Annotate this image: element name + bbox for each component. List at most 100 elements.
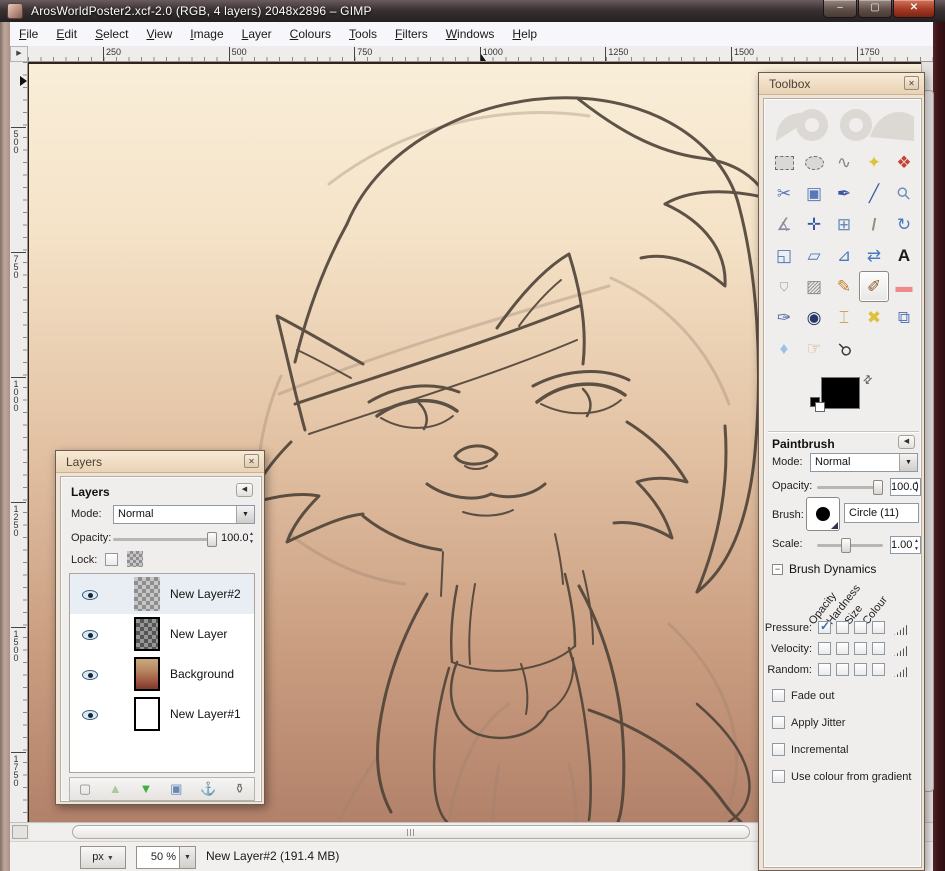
layer-name[interactable]: New Layer#1 (170, 707, 241, 721)
layers-opacity-slider[interactable] (113, 538, 217, 541)
dynamics-checkbox[interactable] (854, 621, 867, 634)
tool-blur-sharpen[interactable]: ♦ (769, 333, 799, 364)
layers-close-button[interactable]: ✕ (244, 454, 259, 468)
slider-thumb[interactable] (841, 538, 851, 553)
minimize-button[interactable]: – (823, 0, 857, 18)
dynamics-checkbox[interactable] (854, 642, 867, 655)
layer-row-new-layer[interactable]: New Layer (70, 614, 254, 654)
visibility-eye-icon[interactable] (82, 670, 98, 680)
tool-dodge-burn[interactable]: ⚲ (829, 333, 859, 364)
horizontal-scrollbar-thumb[interactable] (72, 825, 750, 839)
dynamics-checkbox[interactable] (818, 642, 831, 655)
panel-menu-button[interactable]: ◀ (898, 435, 915, 449)
title-bar[interactable]: ArosWorldPoster2.xcf-2.0 (RGB, 4 layers)… (0, 0, 945, 22)
menu-image[interactable]: Image (181, 22, 232, 46)
scale-slider[interactable] (817, 544, 883, 547)
tool-select-by-colour[interactable]: ❖ (889, 147, 919, 178)
tool-align[interactable]: ⊞ (829, 209, 859, 240)
pressure-curve-icon[interactable] (894, 645, 908, 656)
dynamics-checkbox[interactable] (836, 663, 849, 676)
tool-shear[interactable]: ▱ (799, 240, 829, 271)
tool-pencil[interactable]: ✎ (829, 271, 859, 302)
layer-row-new-layer-1[interactable]: New Layer#1 (70, 694, 254, 734)
tool-zoom[interactable]: ⚲ (889, 178, 919, 209)
toolbox-dialog[interactable]: Toolbox ✕ ∿✦❖✂▣✒╱⚲∡✛⊞/↻◱▱⊿⇄A⌂▨✎✐▬✑◉⌶✖⧉♦☞… (758, 72, 925, 871)
tool-rotate[interactable]: ↻ (889, 209, 919, 240)
visibility-eye-icon[interactable] (82, 710, 98, 720)
foreground-color-swatch[interactable] (821, 377, 860, 409)
toolbox-close-button[interactable]: ✕ (904, 76, 919, 90)
quick-mask-toggle[interactable] (12, 825, 28, 839)
tool-scissors-select[interactable]: ✂ (769, 178, 799, 209)
tool-measure[interactable]: ∡ (769, 209, 799, 240)
menu-edit[interactable]: Edit (47, 22, 86, 46)
layer-name[interactable]: New Layer#2 (170, 587, 241, 601)
tool-perspective[interactable]: ⊿ (829, 240, 859, 271)
option-checkbox[interactable] (772, 689, 785, 702)
spinner-arrows-icon[interactable]: ▲▼ (914, 537, 919, 553)
layer-thumbnail[interactable] (134, 617, 160, 651)
dynamics-checkbox[interactable] (872, 663, 885, 676)
lower-layer-button[interactable]: ▼ (140, 779, 153, 799)
tool-paths[interactable]: ✒ (829, 178, 859, 209)
anchor-layer-button[interactable]: ⚓ (200, 779, 216, 799)
tool-scale[interactable]: ◱ (769, 240, 799, 271)
new-layer-button[interactable]: ▢ (79, 779, 91, 799)
tool-airbrush[interactable]: ✑ (769, 302, 799, 333)
zoom-dropdown-button[interactable]: ▼ (180, 846, 196, 869)
visibility-eye-icon[interactable] (82, 590, 98, 600)
brush-preview[interactable] (806, 497, 840, 531)
dynamics-checkbox[interactable] (872, 642, 885, 655)
expander-minus-icon[interactable]: − (772, 564, 783, 575)
opacity-spinner[interactable]: 100.0▲▼ (890, 478, 921, 496)
tool-foreground-select[interactable]: ▣ (799, 178, 829, 209)
tool-flip[interactable]: ⇄ (859, 240, 889, 271)
delete-layer-button[interactable]: ⚱ (234, 779, 245, 799)
layers-mode-dropdown[interactable]: Normal▼ (113, 505, 255, 524)
visibility-eye-icon[interactable] (82, 630, 98, 640)
tool-fuzzy-select[interactable]: ✦ (859, 147, 889, 178)
menu-colours[interactable]: Colours (281, 22, 340, 46)
spinner-arrows-icon[interactable]: ▲▼ (914, 479, 919, 495)
dynamics-checkbox[interactable] (854, 663, 867, 676)
layer-thumbnail[interactable] (134, 577, 160, 611)
layer-thumbnail[interactable] (134, 657, 160, 691)
tool-ink[interactable]: ◉ (799, 302, 829, 333)
dynamics-checkbox[interactable] (836, 621, 849, 634)
option-checkbox[interactable] (772, 770, 785, 783)
pressure-curve-icon[interactable] (894, 666, 908, 677)
layer-name[interactable]: New Layer (170, 627, 227, 641)
pressure-curve-icon[interactable] (894, 624, 908, 635)
paint-mode-dropdown[interactable]: Normal▼ (810, 453, 918, 472)
ruler-corner-button[interactable]: ▶ (10, 46, 28, 62)
dynamics-checkbox[interactable] (818, 663, 831, 676)
tool-crop[interactable]: / (859, 209, 889, 240)
toolbox-titlebar[interactable]: Toolbox (759, 73, 924, 95)
dynamics-checkbox[interactable] (836, 642, 849, 655)
menu-file[interactable]: File (10, 22, 47, 46)
tool-blend[interactable]: ▨ (799, 271, 829, 302)
layers-opacity-value[interactable]: 100.0▲▼ (221, 530, 255, 548)
menu-layer[interactable]: Layer (233, 22, 281, 46)
tool-perspective-clone[interactable]: ⧉ (889, 302, 919, 333)
tool-bucket-fill[interactable]: ⌂ (769, 271, 799, 302)
menu-tools[interactable]: Tools (340, 22, 386, 46)
menu-windows[interactable]: Windows (437, 22, 504, 46)
close-button[interactable]: ✕ (893, 0, 935, 18)
scale-spinner[interactable]: 1.00▲▼ (890, 536, 921, 554)
layers-dialog-titlebar[interactable]: Layers (56, 451, 264, 473)
tool-clone[interactable]: ⌶ (829, 302, 859, 333)
brush-name-field[interactable]: Circle (11) (844, 503, 919, 523)
duplicate-layer-button[interactable]: ▣ (170, 779, 182, 799)
menu-view[interactable]: View (137, 22, 181, 46)
dynamics-checkbox[interactable] (818, 621, 831, 634)
tool-free-select[interactable]: ∿ (829, 147, 859, 178)
tool-colour-picker[interactable]: ╱ (859, 178, 889, 209)
horizontal-scrollbar-track[interactable] (30, 824, 766, 840)
layer-thumbnail[interactable] (134, 697, 160, 731)
default-colors-icon[interactable] (810, 397, 824, 411)
tool-smudge[interactable]: ☞ (799, 333, 829, 364)
tool-eraser[interactable]: ▬ (889, 271, 919, 302)
swap-colors-icon[interactable]: ⇄ (860, 372, 876, 388)
layer-row-new-layer-2[interactable]: New Layer#2 (70, 574, 254, 614)
